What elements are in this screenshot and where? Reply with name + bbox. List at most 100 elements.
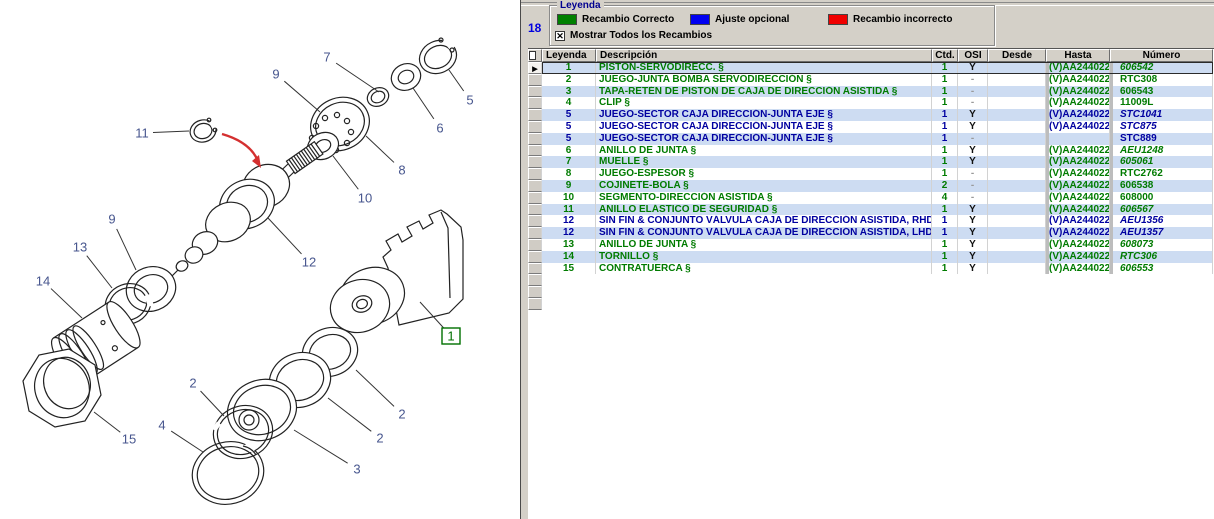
row-selector[interactable] — [528, 86, 542, 98]
table-row[interactable]: 11ANILLO ELÁSTICO DE SEGURIDAD §1Y(V)AA2… — [528, 204, 1214, 216]
cell-leyenda: 3 — [542, 86, 596, 98]
callout-leader-line — [94, 412, 120, 432]
table-row[interactable]: 8JUEGO-ESPESOR §1-(V)AA244022RTC2762 — [528, 168, 1214, 180]
row-selector[interactable] — [528, 109, 542, 121]
row-selector[interactable] — [528, 168, 542, 180]
diagram-callout-9[interactable]: 9 — [108, 212, 115, 227]
legend-groupbox: Leyenda Recambio CorrectoAjuste opcional… — [549, 5, 995, 46]
cell-ctd: 1 — [932, 168, 958, 180]
diagram-callout-5[interactable]: 5 — [466, 93, 473, 108]
table-row[interactable]: 3TAPA-RETÉN DE PISTON DE CAJA DE DIRECCI… — [528, 86, 1214, 98]
callout-leader-line — [294, 430, 348, 463]
cell-descripcion: JUEGO-JUNTA BOMBA SERVODIRECCIÓN § — [596, 74, 932, 86]
diagram-callout-2[interactable]: 2 — [189, 376, 196, 391]
checkbox-icon[interactable]: ✕ — [555, 31, 565, 41]
row-selector[interactable] — [528, 180, 542, 192]
part-rack-piston-1 — [323, 210, 463, 341]
row-selector[interactable] — [528, 204, 542, 216]
cell-leyenda: 14 — [542, 251, 596, 263]
diagram-callout-6[interactable]: 6 — [436, 121, 443, 136]
diagram-callout-9[interactable]: 9 — [272, 67, 279, 82]
row-selector[interactable] — [528, 121, 542, 133]
cell-hasta: (V)AA244022 — [1046, 62, 1110, 74]
row-selector[interactable] — [528, 263, 542, 275]
table-row[interactable]: 12SIN FIN & CONJUNTO VÁLVULA CAJA DE DIR… — [528, 227, 1214, 239]
table-row[interactable]: ▶1PISTÓN-SERVODIRECC. §1Y(V)AA2440226065… — [528, 62, 1214, 74]
table-row[interactable]: 4CLIP §1-(V)AA24402211009L — [528, 97, 1214, 109]
cell-ctd: 1 — [932, 263, 958, 275]
cell-desde — [988, 62, 1046, 74]
cell-descripcion: TAPA-RETÉN DE PISTON DE CAJA DE DIRECCIÓ… — [596, 86, 932, 98]
cell-descripcion: JUEGO-SECTOR CAJA DIRECCIÓN-JUNTA EJE § — [596, 133, 932, 145]
row-selector[interactable] — [528, 239, 542, 251]
cell-desde — [988, 74, 1046, 86]
table-row[interactable]: 13ANILLO DE JUNTA §1Y(V)AA244022608073 — [528, 239, 1214, 251]
cell-osi: - — [958, 86, 988, 98]
cell-osi: - — [958, 74, 988, 86]
table-row[interactable]: 5JUEGO-SECTOR CAJA DIRECCIÓN-JUNTA EJE §… — [528, 121, 1214, 133]
select-all-checkbox-icon[interactable] — [529, 51, 536, 60]
row-selector[interactable] — [528, 215, 542, 227]
part-circlip-11 — [188, 117, 219, 145]
diagram-callout-2[interactable]: 2 — [376, 431, 383, 446]
diagram-callout-8[interactable]: 8 — [398, 163, 405, 178]
row-content: 6ANILLO DE JUNTA §1Y(V)AA244022AEU1248 — [542, 145, 1213, 157]
row-selector[interactable] — [528, 286, 542, 298]
table-row[interactable]: 10SEGMENTO-DIRECCIÓN ASISTIDA §4-(V)AA24… — [528, 192, 1214, 204]
cell-numero: 605061 — [1110, 156, 1213, 168]
select-all-cell[interactable] — [528, 49, 542, 62]
cell-descripcion: TORNILLO § — [596, 251, 932, 263]
column-header-osi: OSI — [958, 49, 988, 62]
parts-panel: 1 8 Leyenda Recambio CorrectoAjuste opcio… — [520, 0, 1214, 519]
app-window: 795611810913121412224153 18 Leyenda Reca… — [0, 0, 1214, 519]
diagram-callout-10[interactable]: 10 — [358, 191, 372, 206]
cell-desde — [988, 239, 1046, 251]
diagram-callout-2[interactable]: 2 — [398, 407, 405, 422]
diagram-callout-7[interactable]: 7 — [323, 50, 330, 65]
row-selector[interactable] — [528, 133, 542, 145]
row-selector[interactable] — [528, 298, 542, 310]
pointer-arrow — [222, 134, 261, 168]
row-content: 7MUELLE §1Y(V)AA244022605061 — [542, 156, 1213, 168]
cell-leyenda: 8 — [542, 168, 596, 180]
diagram-callout-1[interactable]: 1 — [447, 329, 454, 344]
table-row[interactable]: 5JUEGO-SECTOR CAJA DIRECCIÓN-JUNTA EJE §… — [528, 133, 1214, 145]
part-worm-shaft-12 — [165, 157, 297, 283]
table-row[interactable]: 7MUELLE §1Y(V)AA244022605061 — [528, 156, 1214, 168]
diagram-callout-11[interactable]: 11 — [135, 126, 149, 141]
row-selector[interactable] — [528, 227, 542, 239]
cell-desde — [988, 215, 1046, 227]
show-all-checkbox[interactable]: ✕ Mostrar Todos los Recambios — [555, 30, 712, 41]
row-selector[interactable] — [528, 97, 542, 109]
table-row[interactable]: 12SIN FIN & CONJUNTO VÁLVULA CAJA DE DIR… — [528, 215, 1214, 227]
row-selector[interactable] — [528, 156, 542, 168]
diagram-callout-14[interactable]: 14 — [36, 274, 50, 289]
diagram-callout-15[interactable]: 15 — [122, 432, 136, 447]
table-row[interactable]: 6ANILLO DE JUNTA §1Y(V)AA244022AEU1248 — [528, 145, 1214, 157]
diagram-callout-4[interactable]: 4 — [158, 418, 165, 433]
part-oring-4 — [185, 434, 271, 513]
table-row[interactable]: 9COJINETE-BOLA §2-(V)AA244022606538 — [528, 180, 1214, 192]
callout-leader-line — [87, 256, 112, 288]
diagram-callout-13[interactable]: 13 — [73, 240, 87, 255]
row-selector[interactable] — [528, 251, 542, 263]
cell-numero: 606542 — [1110, 62, 1213, 74]
cell-numero: AEU1357 — [1110, 227, 1213, 239]
cell-osi: - — [958, 180, 988, 192]
current-row-indicator[interactable]: ▶ — [528, 62, 542, 74]
row-selector[interactable] — [528, 74, 542, 86]
cell-numero: 11009L — [1110, 97, 1213, 109]
row-selector[interactable] — [528, 274, 542, 286]
cell-numero: STC875 — [1110, 121, 1213, 133]
callout-leader-line — [356, 370, 394, 406]
row-selector[interactable] — [528, 192, 542, 204]
table-row[interactable]: 15CONTRATUERCA §1Y(V)AA244022606553 — [528, 263, 1214, 275]
diagram-callout-3[interactable]: 3 — [353, 462, 360, 477]
callout-leader-line — [201, 391, 224, 416]
table-row[interactable]: 5JUEGO-SECTOR CAJA DIRECCIÓN-JUNTA EJE §… — [528, 109, 1214, 121]
parts-table: LeyendaDescripciónCtd.OSIDesdeHastaNúmer… — [528, 48, 1214, 519]
table-row[interactable]: 2JUEGO-JUNTA BOMBA SERVODIRECCIÓN §1-(V)… — [528, 74, 1214, 86]
table-row[interactable]: 14TORNILLO §1Y(V)AA244022RTC306 — [528, 251, 1214, 263]
diagram-callout-12[interactable]: 12 — [302, 255, 316, 270]
row-selector[interactable] — [528, 145, 542, 157]
